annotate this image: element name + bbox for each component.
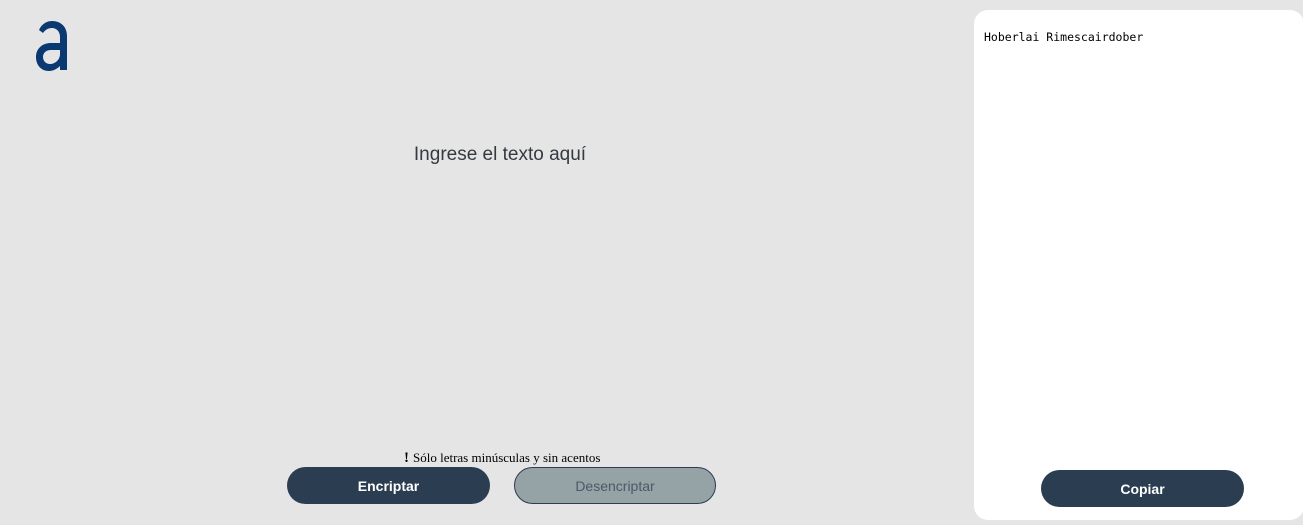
text-input[interactable] xyxy=(160,140,840,430)
app-page: ! Sólo letras minúsculas y sin acentos En… xyxy=(0,0,1303,525)
encrypt-button-label: Encriptar xyxy=(357,477,420,494)
alura-logo-icon[interactable] xyxy=(34,20,70,72)
decrypt-button-label: Desencriptar xyxy=(575,477,655,494)
output-panel: Hoberlai Rimescairdober Copiar xyxy=(974,10,1303,520)
input-hint-text: Sólo letras minúsculas y sin acentos xyxy=(413,450,601,465)
exclamation-icon: ! xyxy=(404,450,409,466)
copy-button-label: Copiar xyxy=(1120,480,1165,497)
output-text[interactable]: Hoberlai Rimescairdober xyxy=(984,30,1143,44)
copy-button[interactable]: Copiar xyxy=(1041,470,1244,507)
encrypt-button[interactable]: Encriptar xyxy=(287,467,490,504)
decrypt-button[interactable]: Desencriptar xyxy=(514,467,716,504)
input-hint: ! Sólo letras minúsculas y sin acentos xyxy=(404,450,600,467)
